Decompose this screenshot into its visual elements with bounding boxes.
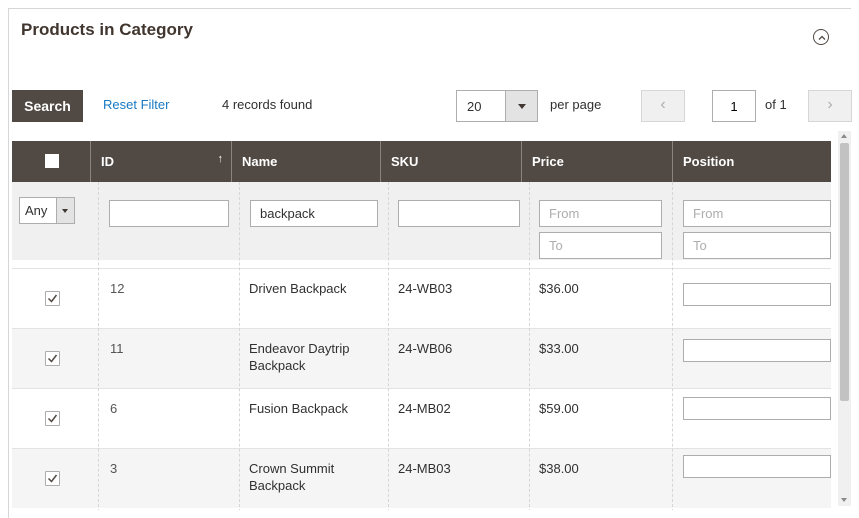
filter-row: Any [12,182,831,260]
sort-ascending-icon: ↑ [217,153,224,165]
row-sku: 24-MB03 [398,461,451,476]
row-position-input[interactable] [683,455,831,478]
previous-page-button[interactable]: ‹ [641,90,685,122]
sku-filter-input[interactable] [398,200,520,227]
panel-title: Products in Category [21,20,193,39]
row-name: Endeavor Daytrip Backpack [249,341,350,373]
next-page-button[interactable]: › [808,90,852,122]
position-to-input[interactable] [683,232,831,259]
scroll-up-icon[interactable] [841,134,847,138]
row-position-input[interactable] [683,397,831,420]
visibility-filter-select[interactable]: Any [19,197,75,224]
scrollbar-thumb[interactable] [840,143,849,401]
row-checkbox[interactable] [45,291,60,306]
column-divider [239,182,240,510]
position-from-input[interactable] [683,200,831,227]
reset-filter-link[interactable]: Reset Filter [103,97,169,112]
row-position-input[interactable] [683,339,831,362]
table-row[interactable]: 3 Crown Summit Backpack 24-MB03 $38.00 [12,448,831,508]
row-checkbox[interactable] [45,351,60,366]
column-header-name[interactable]: Name [231,141,380,182]
id-filter-input[interactable] [109,200,229,227]
column-divider [529,182,530,510]
row-checkbox[interactable] [45,471,60,486]
page-total: of 1 [765,97,787,112]
row-price: $33.00 [539,341,579,356]
chevron-down-icon[interactable] [505,91,537,121]
row-name: Driven Backpack [249,281,347,296]
column-divider [98,182,99,510]
row-id: 6 [110,401,118,416]
collapse-icon[interactable] [813,29,829,45]
name-filter-input[interactable] [250,200,378,227]
row-id: 12 [110,281,125,296]
chevron-down-icon[interactable] [56,198,74,223]
row-name: Fusion Backpack [249,401,348,416]
visibility-filter-value: Any [25,203,48,218]
row-sku: 24-MB02 [398,401,451,416]
row-price: $59.00 [539,401,579,416]
column-header-id-label: ID [101,154,114,169]
column-header-price[interactable]: Price [521,141,672,182]
row-sku: 24-WB03 [398,281,453,296]
table-row[interactable]: 11 Endeavor Daytrip Backpack 24-WB06 $33… [12,328,831,388]
column-header-id[interactable]: ID ↑ [90,141,231,182]
row-name: Crown Summit Backpack [249,461,335,493]
per-page-label: per page [550,97,602,112]
row-position-input[interactable] [683,283,831,306]
column-divider [388,182,389,510]
scroll-down-icon[interactable] [841,498,847,502]
table-row[interactable]: 6 Fusion Backpack 24-MB02 $59.00 [12,388,831,448]
row-sku: 24-WB06 [398,341,453,356]
select-all-checkbox[interactable] [45,154,59,168]
vertical-scrollbar[interactable] [838,131,851,506]
search-button[interactable]: Search [12,90,83,122]
per-page-select[interactable]: 20 [456,90,538,122]
row-price: $36.00 [539,281,579,296]
column-divider [672,182,673,510]
records-count: 4 records found [222,97,313,112]
row-id: 3 [110,461,118,476]
page-number-input[interactable] [712,90,756,122]
row-checkbox[interactable] [45,411,60,426]
grid-header: ID ↑ Name SKU Price Position [12,141,831,182]
products-grid: ID ↑ Name SKU Price Position Any 12 Driv… [12,141,831,510]
per-page-value: 20 [467,99,482,114]
row-id: 11 [110,341,124,356]
price-from-input[interactable] [539,200,662,227]
row-price: $38.00 [539,461,579,476]
column-header-sku[interactable]: SKU [380,141,521,182]
table-row[interactable]: 12 Driven Backpack 24-WB03 $36.00 [12,268,831,328]
column-header-position[interactable]: Position [672,141,831,182]
price-to-input[interactable] [539,232,662,259]
